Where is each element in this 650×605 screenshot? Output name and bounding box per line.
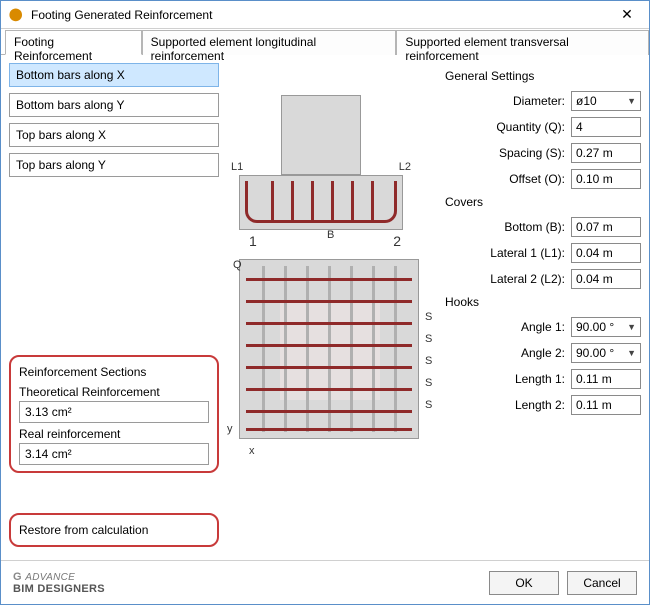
label-s1: S — [425, 311, 432, 323]
label-y: y — [227, 423, 233, 435]
label-s3: S — [425, 355, 432, 367]
label-s4: S — [425, 377, 432, 389]
diameter-combo[interactable]: ø10▼ — [571, 91, 641, 111]
spacing-input[interactable] — [571, 143, 641, 163]
option-top-y[interactable]: Top bars along Y — [9, 153, 219, 177]
tab-footing-reinforcement[interactable]: Footing Reinforcement — [5, 30, 142, 55]
covers-title: Covers — [445, 195, 641, 209]
label-l2: L2 — [399, 161, 411, 173]
plan-diagram — [239, 259, 419, 439]
window-title: Footing Generated Reinforcement — [31, 8, 607, 22]
length1-input[interactable] — [571, 369, 641, 389]
offset-input[interactable] — [571, 169, 641, 189]
lateral1-label: Lateral 1 (L1): — [490, 246, 565, 260]
quantity-input[interactable] — [571, 117, 641, 137]
bottom-label: Bottom (B): — [504, 220, 565, 234]
option-bottom-y[interactable]: Bottom bars along Y — [9, 93, 219, 117]
label-q: Q — [233, 259, 242, 271]
label-b: B — [327, 229, 334, 241]
close-button[interactable]: ✕ — [607, 2, 647, 28]
length2-label: Length 2: — [515, 398, 565, 412]
cancel-button[interactable]: Cancel — [567, 571, 637, 595]
real-value: 3.14 cm² — [19, 443, 209, 465]
spacing-label: Spacing (S): — [499, 146, 565, 160]
label-l1: L1 — [231, 161, 243, 173]
diameter-label: Diameter: — [513, 94, 565, 108]
label-s2: S — [425, 333, 432, 345]
length2-input[interactable] — [571, 395, 641, 415]
theoretical-value: 3.13 cm² — [19, 401, 209, 423]
restore-from-calculation[interactable]: Restore from calculation — [9, 513, 219, 547]
angle2-label: Angle 2: — [521, 346, 565, 360]
section-diagram: L1 L2 B 1 2 — [231, 95, 411, 245]
chevron-down-icon: ▼ — [627, 96, 636, 106]
option-bottom-x[interactable]: Bottom bars along X — [9, 63, 219, 87]
angle1-label: Angle 1: — [521, 320, 565, 334]
hooks-title: Hooks — [445, 295, 641, 309]
label-two: 2 — [393, 233, 401, 249]
quantity-label: Quantity (Q): — [496, 120, 565, 134]
length1-label: Length 1: — [515, 372, 565, 386]
theoretical-label: Theoretical Reinforcement — [19, 385, 209, 399]
offset-label: Offset (O): — [509, 172, 565, 186]
reinforcement-sections-group: Reinforcement Sections Theoretical Reinf… — [9, 355, 219, 473]
ok-button[interactable]: OK — [489, 571, 559, 595]
real-label: Real reinforcement — [19, 427, 209, 441]
angle2-combo[interactable]: 90.00 °▼ — [571, 343, 641, 363]
lateral2-input[interactable] — [571, 269, 641, 289]
lateral2-label: Lateral 2 (L2): — [490, 272, 565, 286]
label-x: x — [249, 445, 255, 457]
app-icon: ⬤ — [9, 7, 25, 23]
label-s5: S — [425, 399, 432, 411]
tab-transversal[interactable]: Supported element transversal reinforcem… — [396, 30, 649, 55]
chevron-down-icon: ▼ — [627, 348, 636, 358]
general-settings-title: General Settings — [445, 69, 641, 83]
option-top-x[interactable]: Top bars along X — [9, 123, 219, 147]
tab-longitudinal[interactable]: Supported element longitudinal reinforce… — [142, 30, 397, 55]
bottom-input[interactable] — [571, 217, 641, 237]
angle1-combo[interactable]: 90.00 °▼ — [571, 317, 641, 337]
lateral1-input[interactable] — [571, 243, 641, 263]
label-one: 1 — [249, 233, 257, 249]
sections-title: Reinforcement Sections — [19, 365, 209, 379]
brand-logo: G ADVANCE BIM DESIGNERS — [13, 571, 105, 595]
chevron-down-icon: ▼ — [627, 322, 636, 332]
